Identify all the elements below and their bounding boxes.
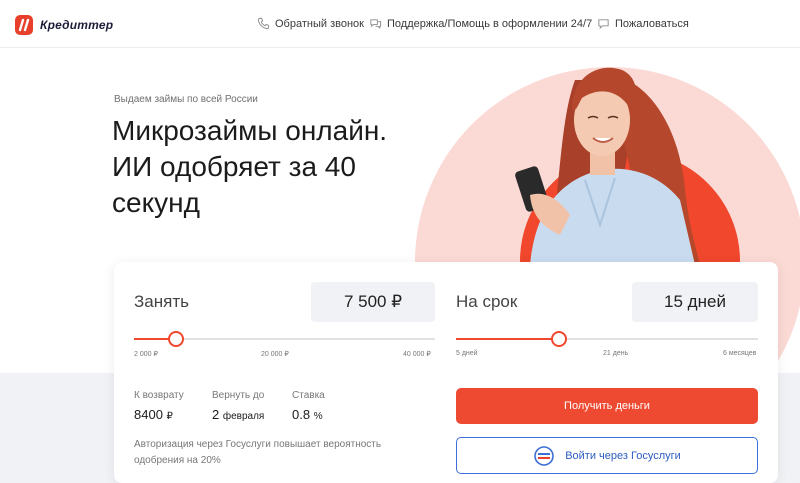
amount-value-field[interactable]: 7 500 ₽	[311, 282, 435, 322]
brand-name: Кредиттер	[40, 18, 114, 32]
term-value-field[interactable]: 15 дней	[632, 282, 758, 322]
repay-amount-value: 8400 ₽	[134, 407, 173, 422]
amount-label: Занять	[134, 292, 189, 311]
nav-callback-label: Обратный звонок	[275, 17, 364, 30]
rate-unit: %	[313, 411, 323, 422]
nav-complaint[interactable]: Пожаловаться	[597, 17, 689, 30]
hero-subtitle: Выдаем займы по всей России	[114, 94, 258, 105]
chat-icon	[370, 19, 382, 29]
gosuslugi-note: Авторизация через Госуслуги повышает вер…	[134, 439, 382, 466]
term-tick-mid: 21 день	[603, 350, 629, 357]
get-money-button-label: Получить деньги	[564, 400, 650, 412]
brand-logo-icon	[15, 15, 33, 35]
get-money-button[interactable]: Получить деньги	[456, 388, 758, 424]
term-tick-min: 5 дней	[456, 350, 478, 357]
due-date-day: 2	[212, 407, 220, 422]
amount-tick-max: 40 000 ₽	[403, 351, 431, 358]
comment-icon	[598, 19, 609, 30]
amount-tick-min: 2 000 ₽	[134, 351, 158, 358]
rate-value: 0.8 %	[292, 407, 323, 422]
rate-number: 0.8	[292, 407, 311, 422]
due-date-value: 2 февраля	[212, 407, 264, 422]
nav-support[interactable]: Поддержка/Помощь в оформлении 24/7	[369, 17, 592, 30]
phone-icon	[257, 17, 270, 30]
term-tick-max: 6 месяцев	[723, 350, 757, 357]
repay-amount-unit: ₽	[166, 411, 173, 422]
nav-callback[interactable]: Обратный звонок	[257, 17, 364, 30]
site-header: Кредиттер Обратный звонок Поддержка/Помо…	[0, 0, 800, 48]
due-date-month: февраля	[222, 411, 265, 422]
woman-with-phone-illustration	[515, 67, 700, 265]
term-label: На срок	[456, 292, 518, 311]
term-slider-fill	[456, 338, 559, 340]
loan-calculator-card: Занять 7 500 ₽ 2 000 ₽ 20 000 ₽ 40 000 ₽…	[114, 262, 778, 483]
amount-slider-handle[interactable]	[168, 331, 184, 347]
rate-label: Ставка	[292, 390, 325, 401]
amount-tick-mid: 20 000 ₽	[261, 351, 289, 358]
gosuslugi-icon	[534, 445, 555, 466]
repay-amount-label: К возврату	[134, 390, 184, 401]
gosuslugi-login-button[interactable]: Войти через Госуслуги	[456, 437, 758, 474]
due-date-label: Вернуть до	[212, 390, 265, 401]
brand-logo[interactable]: Кредиттер	[14, 14, 113, 36]
nav-complaint-label: Пожаловаться	[615, 17, 689, 30]
term-slider-handle[interactable]	[551, 331, 567, 347]
nav-support-label: Поддержка/Помощь в оформлении 24/7	[387, 17, 593, 30]
gosuslugi-login-label: Войти через Госуслуги	[565, 449, 681, 462]
repay-amount-number: 8400	[134, 407, 163, 422]
hero-title: Микрозаймы онлайн. ИИ одобряет за 40 сек…	[112, 115, 388, 218]
